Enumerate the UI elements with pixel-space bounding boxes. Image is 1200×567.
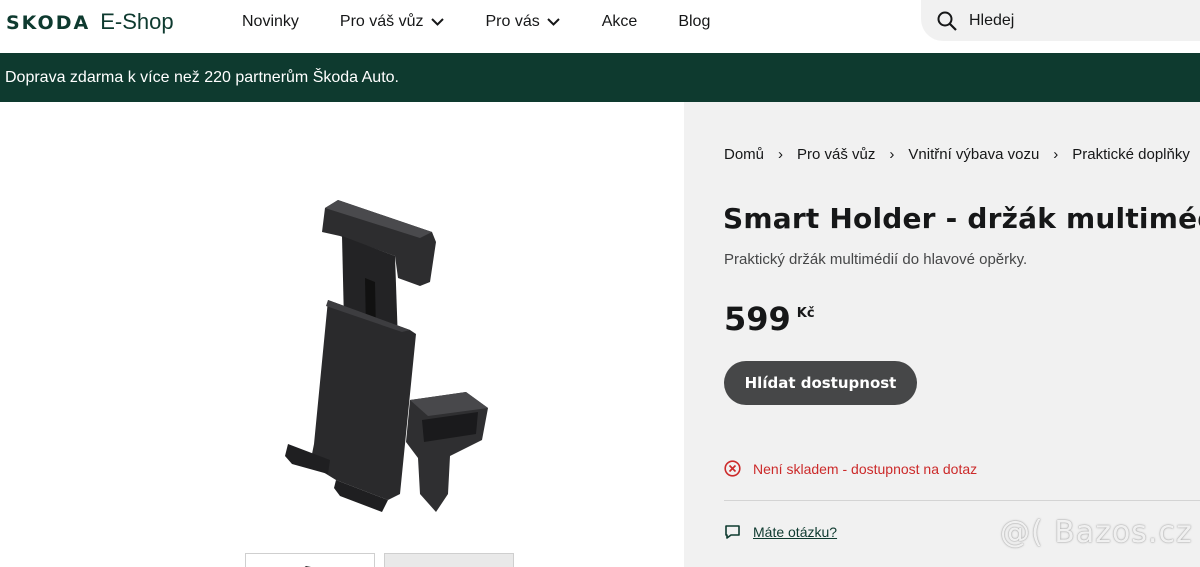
nav-item-label: Akce (601, 13, 638, 30)
divider (724, 500, 1200, 501)
breadcrumb-separator-icon: › (1053, 146, 1059, 163)
nav-item-label: Pro vás (485, 13, 540, 30)
out-of-stock-icon (724, 460, 741, 477)
thumbnail-strip (245, 553, 523, 567)
search-icon[interactable] (937, 11, 957, 31)
thumbnail-1[interactable] (245, 553, 375, 567)
watch-availability-button[interactable]: Hlídat dostupnost (724, 361, 917, 405)
product-price: 599 Kč (724, 300, 815, 338)
nav-item-label: Blog (678, 13, 711, 30)
product-gallery (0, 102, 684, 567)
breadcrumb-item[interactable]: Domů (724, 146, 764, 163)
breadcrumb: Domů › Pro váš vůz › Vnitřní výbava vozu… (724, 146, 1190, 163)
price-currency: Kč (796, 306, 815, 321)
ask-question-link[interactable]: Máte otázku? (753, 524, 837, 540)
breadcrumb-separator-icon: › (889, 146, 895, 163)
main-nav: Novinky Pro váš vůz Pro vás Akce Blog (242, 13, 710, 31)
watermark: @( Bazos.cz (1000, 515, 1193, 550)
stock-status-text: Není skladem - dostupnost na dotaz (753, 460, 978, 477)
product-subtitle: Praktický držák multimédií do hlavové op… (724, 251, 1028, 268)
nav-item-blog[interactable]: Blog (678, 13, 710, 31)
site-header: SKODA E-Shop Novinky Pro váš vůz Pro vás… (0, 0, 1200, 53)
thumbnail-2[interactable] (384, 553, 514, 567)
nav-item-novinky[interactable]: Novinky (242, 13, 299, 31)
nav-item-label: Novinky (242, 13, 299, 30)
nav-item-label: Pro váš vůz (339, 13, 424, 30)
breadcrumb-item[interactable]: Pro váš vůz (797, 146, 875, 163)
logo-brand: SKODA (6, 12, 91, 34)
chevron-down-icon (430, 18, 444, 26)
product-image[interactable] (270, 194, 500, 534)
nav-item-pro-vas-vuz[interactable]: Pro váš vůz (340, 13, 444, 31)
stock-status: Není skladem - dostupnost na dotaz (724, 460, 977, 477)
chevron-down-icon (547, 18, 560, 26)
thumbnail-image (304, 566, 311, 567)
free-shipping-banner: Doprava zdarma k více než 220 partnerům … (0, 53, 1200, 102)
breadcrumb-separator-icon: › (778, 146, 784, 163)
search-input[interactable] (969, 11, 1169, 30)
product-info-panel: Domů › Pro váš vůz › Vnitřní výbava vozu… (684, 102, 1200, 567)
breadcrumb-item[interactable]: Vnitřní výbava vozu (908, 146, 1039, 163)
price-value: 599 (724, 300, 791, 338)
chat-bubble-icon (725, 525, 740, 539)
question-row: Máte otázku? (724, 524, 837, 540)
nav-item-pro-vas[interactable]: Pro vás (486, 13, 560, 31)
breadcrumb-item[interactable]: Praktické doplňky (1072, 146, 1190, 163)
banner-text: Doprava zdarma k více než 220 partnerům … (5, 68, 399, 86)
logo-shop-label: E-Shop (100, 9, 174, 34)
product-title: Smart Holder - držák multimédií (723, 202, 1200, 235)
search-box (921, 0, 1200, 41)
nav-item-akce[interactable]: Akce (602, 13, 638, 31)
logo[interactable]: SKODA E-Shop (6, 9, 174, 35)
